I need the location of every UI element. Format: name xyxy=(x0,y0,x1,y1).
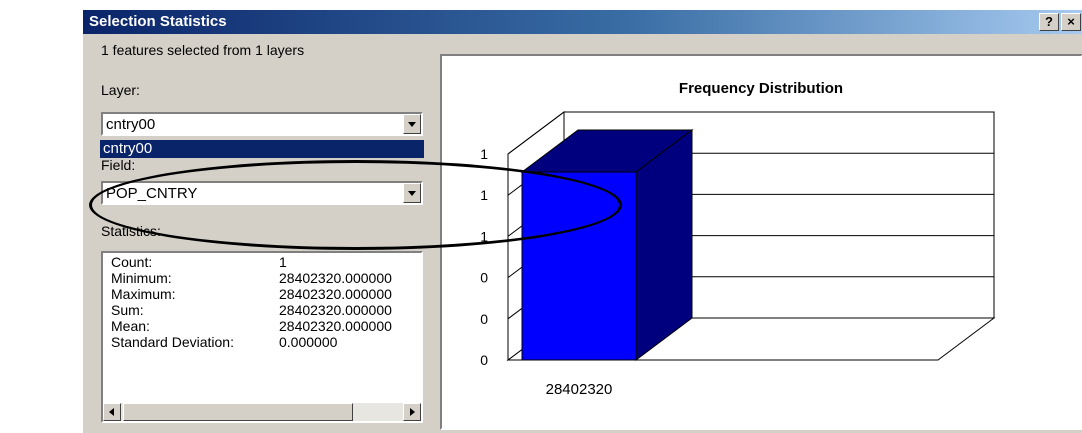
stat-key: Minimum: xyxy=(111,270,172,286)
stat-value: 28402320.000000 xyxy=(279,286,392,302)
stat-value: 28402320.000000 xyxy=(279,318,392,334)
layer-dropdown-item-label: cntry00 xyxy=(103,140,153,157)
stat-value: 0.000000 xyxy=(279,334,338,350)
stat-value: 1 xyxy=(279,254,287,270)
chart-x-ticks: 28402320 xyxy=(546,381,613,398)
y-tick-label: 0 xyxy=(480,352,488,368)
stat-key: Maximum: xyxy=(111,286,176,302)
chart-title: Frequency Distribution xyxy=(679,80,843,97)
selection-statistics-window: Selection Statistics ? × 1 features sele… xyxy=(82,9,1082,433)
frequency-distribution-chart: Frequency Distribution 000111 28402320 xyxy=(480,80,996,398)
window-title: Selection Statistics xyxy=(89,13,227,30)
arrow-left-icon xyxy=(109,408,114,416)
chart-bars xyxy=(520,129,694,361)
y-tick-label: 0 xyxy=(480,311,488,327)
statistics-list: Count: 1 Minimum: 28402320.000000 Maximu… xyxy=(101,251,423,423)
x-tick-label: 28402320 xyxy=(546,381,613,398)
stat-key: Mean: xyxy=(111,318,150,334)
y-tick-label: 1 xyxy=(480,146,488,162)
arrow-right-icon xyxy=(410,408,415,416)
horizontal-scrollbar[interactable] xyxy=(103,403,421,421)
layer-combobox[interactable]: cntry00 xyxy=(101,112,423,136)
close-button[interactable]: × xyxy=(1061,13,1081,31)
selection-summary: 1 features selected from 1 layers xyxy=(101,42,305,58)
layer-label: Layer: xyxy=(101,82,140,98)
title-bar: Selection Statistics ? × xyxy=(83,10,1082,34)
help-button[interactable]: ? xyxy=(1039,13,1059,31)
chevron-down-icon[interactable] xyxy=(403,114,421,134)
stat-key: Standard Deviation: xyxy=(111,334,234,350)
scroll-left-button[interactable] xyxy=(103,403,121,421)
stat-value: 28402320.000000 xyxy=(279,270,392,286)
stat-key: Sum: xyxy=(111,302,144,318)
layer-dropdown-item[interactable]: cntry00 xyxy=(100,140,424,158)
layer-value: cntry00 xyxy=(106,116,156,133)
stat-value: 28402320.000000 xyxy=(279,302,392,318)
annotation-ellipse xyxy=(89,160,622,250)
scroll-right-button[interactable] xyxy=(403,403,421,421)
chart-panel: Frequency Distribution 000111 28402320 xyxy=(440,54,1082,430)
stat-key: Count: xyxy=(111,254,153,270)
y-tick-label: 0 xyxy=(480,270,488,286)
scroll-thumb[interactable] xyxy=(123,403,353,421)
field-label: Field: xyxy=(101,157,136,173)
